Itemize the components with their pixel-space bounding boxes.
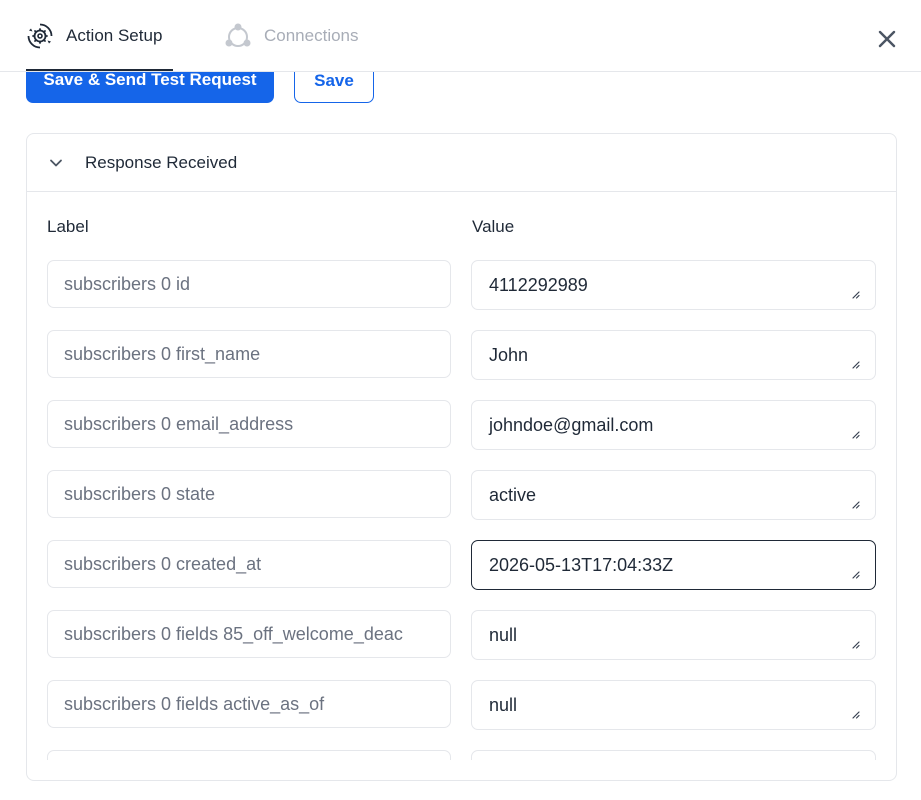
label-field[interactable]: subscribers 0 fields active_as_of — [47, 680, 451, 728]
tab-action-setup[interactable]: Action Setup — [26, 0, 174, 72]
label-column-header: Label — [47, 217, 89, 236]
chevron-down-icon[interactable] — [49, 156, 63, 170]
value-field[interactable]: John — [471, 330, 876, 380]
tab-action-setup-label: Action Setup — [66, 26, 163, 45]
resize-handle-icon[interactable] — [850, 289, 860, 299]
value-column-header: Value — [472, 217, 515, 236]
label-field[interactable]: subscribers 0 state — [47, 470, 451, 518]
resize-handle-icon[interactable] — [850, 709, 860, 719]
gear-cycle-icon — [27, 23, 53, 49]
table-row: subscribers 0 state active — [47, 470, 877, 520]
connections-icon — [225, 23, 251, 47]
value-field[interactable] — [471, 750, 876, 760]
table-row — [47, 750, 877, 760]
resize-handle-icon[interactable] — [850, 639, 860, 649]
value-text: johndoe@gmail.com — [489, 415, 654, 435]
resize-handle-icon[interactable] — [850, 429, 860, 439]
label-field[interactable]: subscribers 0 email_address — [47, 400, 451, 448]
resize-handle-icon[interactable] — [850, 359, 860, 369]
resize-handle-icon[interactable] — [850, 569, 860, 579]
value-field[interactable]: 2026-05-13T17:04:33Z — [471, 540, 876, 590]
value-field[interactable]: johndoe@gmail.com — [471, 400, 876, 450]
response-received-header[interactable]: Response Received — [27, 134, 896, 192]
modal-header: Action Setup Connections — [0, 0, 921, 72]
label-field[interactable]: subscribers 0 id — [47, 260, 451, 308]
response-received-panel: Response Received Label Value subscriber… — [26, 133, 897, 781]
resize-handle-icon[interactable] — [850, 499, 860, 509]
label-field[interactable] — [47, 750, 451, 760]
value-text: null — [489, 625, 518, 645]
value-text: null — [489, 695, 518, 715]
value-field[interactable]: 4112292989 — [471, 260, 876, 310]
label-field[interactable]: subscribers 0 first_name — [47, 330, 451, 378]
table-row: subscribers 0 email_address johndoe@gmai… — [47, 400, 877, 450]
response-rows: subscribers 0 id 4112292989 subscribers … — [47, 260, 877, 760]
value-field[interactable]: null — [471, 680, 876, 730]
value-text: 2026-05-13T17:04:33Z — [489, 555, 674, 575]
tab-connections[interactable]: Connections — [224, 0, 359, 72]
label-field[interactable]: subscribers 0 fields 85_off_welcome_deac — [47, 610, 451, 658]
panel-title: Response Received — [85, 152, 238, 172]
value-field[interactable]: active — [471, 470, 876, 520]
close-icon[interactable] — [877, 29, 897, 49]
value-text: active — [489, 485, 537, 505]
table-row: subscribers 0 created_at 2026-05-13T17:0… — [47, 540, 877, 590]
value-text: 4112292989 — [489, 275, 588, 295]
tab-connections-label: Connections — [264, 26, 359, 45]
table-row: subscribers 0 id 4112292989 — [47, 260, 877, 310]
label-field[interactable]: subscribers 0 created_at — [47, 540, 451, 588]
table-row: subscribers 0 fields active_as_of null — [47, 680, 877, 730]
value-text: John — [489, 345, 529, 365]
value-field[interactable]: null — [471, 610, 876, 660]
table-row: subscribers 0 fields 85_off_welcome_deac… — [47, 610, 877, 660]
table-row: subscribers 0 first_name John — [47, 330, 877, 380]
